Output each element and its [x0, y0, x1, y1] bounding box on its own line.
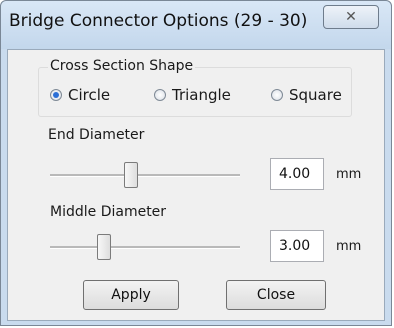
end-diameter-input[interactable] — [270, 158, 324, 190]
radio-unselected-icon — [271, 89, 283, 101]
middle-diameter-slider-thumb[interactable] — [97, 234, 111, 260]
end-diameter-label: End Diameter — [48, 127, 145, 143]
end-diameter-slider-track[interactable] — [50, 174, 240, 177]
apply-button[interactable]: Apply — [83, 280, 179, 310]
radio-square[interactable]: Square — [271, 86, 342, 104]
close-icon: ✕ — [345, 9, 357, 25]
radio-circle[interactable]: Circle — [50, 86, 110, 104]
dialog-body: Cross Section Shape Circle Triangle Squa… — [7, 49, 385, 321]
radio-unselected-icon — [154, 89, 166, 101]
title-bar[interactable]: Bridge Connector Options (29 - 30) ✕ — [1, 1, 391, 49]
middle-diameter-input[interactable] — [270, 230, 324, 262]
radio-selected-icon — [50, 89, 62, 101]
middle-diameter-label: Middle Diameter — [50, 204, 167, 220]
middle-diameter-unit: mm — [336, 239, 362, 254]
end-diameter-unit: mm — [336, 167, 362, 182]
radio-triangle-label: Triangle — [172, 86, 231, 104]
dialog-window: Bridge Connector Options (29 - 30) ✕ Cro… — [0, 0, 392, 326]
window-close-button[interactable]: ✕ — [323, 5, 379, 29]
middle-diameter-slider-track[interactable] — [50, 246, 240, 249]
radio-triangle[interactable]: Triangle — [154, 86, 231, 104]
close-button[interactable]: Close — [226, 280, 326, 310]
end-diameter-slider-thumb[interactable] — [124, 162, 138, 188]
radio-circle-label: Circle — [68, 86, 111, 104]
window-title: Bridge Connector Options (29 - 30) — [9, 11, 308, 31]
cross-section-label: Cross Section Shape — [48, 58, 196, 74]
radio-square-label: Square — [289, 86, 342, 104]
